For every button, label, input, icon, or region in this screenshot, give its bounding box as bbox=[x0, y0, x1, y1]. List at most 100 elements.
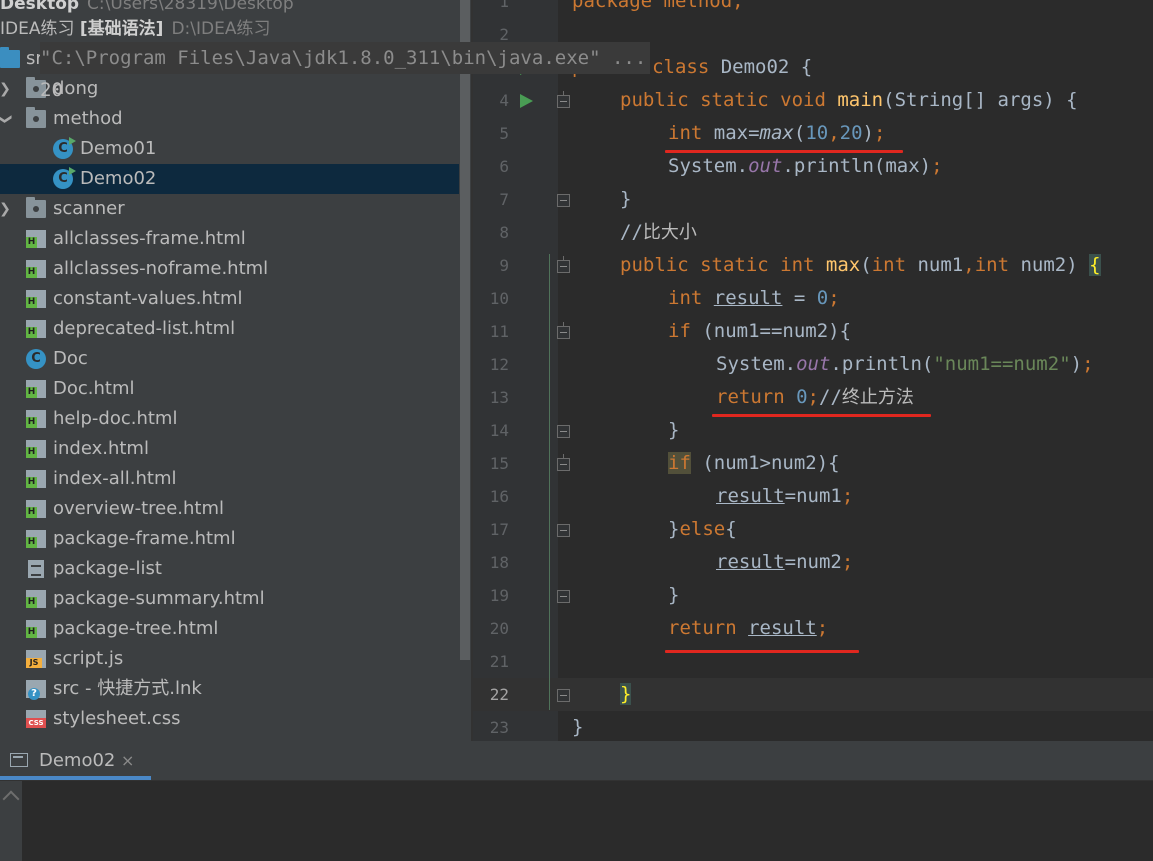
tree-item-label: allclasses-frame.html bbox=[53, 228, 246, 249]
tree-item-file[interactable]: package-tree.html bbox=[0, 614, 459, 644]
tree-item-doc-class[interactable]: C Doc bbox=[0, 344, 459, 374]
project-panel: Desktop C:\Users\28319\Desktop IDEA练习 [基础… bbox=[0, 0, 471, 741]
fold-marker-icon[interactable] bbox=[557, 454, 570, 471]
tree-item-label: constant-values.html bbox=[53, 288, 243, 309]
desktop-path: C:\Users\28319\Desktop bbox=[87, 0, 294, 14]
scope-indent-line bbox=[549, 254, 550, 710]
html-file-icon bbox=[26, 290, 46, 308]
project-scrollbar[interactable] bbox=[459, 0, 471, 741]
tree-item-file[interactable]: allclasses-noframe.html bbox=[0, 254, 459, 284]
tree-item-file[interactable]: constant-values.html bbox=[0, 284, 459, 314]
tree-item-demo02[interactable]: C Demo02 bbox=[0, 164, 459, 194]
tree-item-scanner[interactable]: ❯ scanner bbox=[0, 194, 459, 224]
tree-item-label: package-list bbox=[53, 558, 162, 579]
html-file-icon bbox=[26, 230, 46, 248]
line-number: 8 bbox=[499, 223, 509, 242]
tree-item-file[interactable]: package-frame.html bbox=[0, 524, 459, 554]
project-name: IDEA练习 bbox=[0, 19, 75, 39]
fold-marker-icon[interactable] bbox=[557, 256, 570, 273]
source-folder-icon bbox=[0, 47, 20, 68]
html-file-icon bbox=[26, 440, 46, 458]
code-line: if (num1==num2){ bbox=[668, 320, 852, 342]
code-line: int result = 0; bbox=[668, 287, 840, 309]
fold-marker-icon[interactable] bbox=[557, 322, 570, 339]
active-tab-indicator bbox=[0, 776, 151, 780]
text-file-icon bbox=[28, 560, 44, 578]
tree-item-label: script.js bbox=[53, 648, 124, 669]
html-file-icon bbox=[26, 530, 46, 548]
code-line: public static int max(int num1,int num2)… bbox=[620, 254, 1101, 276]
close-icon[interactable]: × bbox=[121, 741, 134, 780]
chevron-down-icon[interactable]: ❯ bbox=[0, 112, 20, 126]
code-line: //比大小 bbox=[620, 221, 697, 243]
tree-item-label: Doc bbox=[53, 348, 88, 369]
tree-item-file[interactable]: allclasses-frame.html bbox=[0, 224, 459, 254]
code-line: } bbox=[572, 716, 584, 738]
line-number: 17 bbox=[489, 520, 509, 539]
tree-item-method[interactable]: ❯ method bbox=[0, 104, 459, 134]
tree-item-demo01[interactable]: C Demo01 bbox=[0, 134, 459, 164]
tree-item-file[interactable]: package-summary.html bbox=[0, 584, 459, 614]
tree-item-file[interactable]: index.html bbox=[0, 434, 459, 464]
tree-item-label: Demo01 bbox=[80, 138, 157, 159]
fold-marker-icon[interactable] bbox=[557, 194, 570, 207]
tree-item-label: index-all.html bbox=[53, 468, 177, 489]
line-number: 18 bbox=[489, 553, 509, 572]
tree-item-file[interactable]: index-all.html bbox=[0, 464, 459, 494]
html-file-icon bbox=[26, 410, 46, 428]
tree-item-label: deprecated-list.html bbox=[53, 318, 236, 339]
tree-item-file[interactable]: script.js bbox=[0, 644, 459, 674]
code-line: return result; bbox=[668, 617, 829, 639]
css-file-icon bbox=[26, 710, 46, 728]
tree-item-label: allclasses-noframe.html bbox=[53, 258, 269, 279]
tree-item-dong[interactable]: ❯ dong bbox=[0, 74, 459, 104]
tree-item-file[interactable]: deprecated-list.html bbox=[0, 314, 459, 344]
tree-item-label: help-doc.html bbox=[53, 408, 178, 429]
run-main-icon[interactable] bbox=[520, 94, 533, 108]
fold-marker-icon[interactable] bbox=[557, 91, 570, 108]
tree-item-label: package-tree.html bbox=[53, 618, 219, 639]
java-class-icon: C bbox=[26, 349, 46, 369]
module-name: [基础语法] bbox=[79, 19, 164, 39]
tree-item-file[interactable]: stylesheet.css bbox=[0, 704, 459, 734]
tree-item-file[interactable]: Doc.html bbox=[0, 374, 459, 404]
tree-item-label: scanner bbox=[53, 198, 125, 219]
scroll-up-icon[interactable] bbox=[2, 790, 20, 808]
fold-marker-icon[interactable] bbox=[557, 524, 570, 537]
tree-item-file[interactable]: help-doc.html bbox=[0, 404, 459, 434]
console-icon bbox=[10, 753, 28, 767]
line-number: 12 bbox=[489, 355, 509, 374]
tree-item-label: stylesheet.css bbox=[53, 708, 181, 729]
fold-marker-icon[interactable] bbox=[557, 425, 570, 438]
line-number: 20 bbox=[489, 619, 509, 638]
line-number: 7 bbox=[499, 190, 509, 209]
tree-item-file[interactable]: src - 快捷方式.lnk bbox=[0, 674, 459, 704]
code-line: package method; bbox=[572, 0, 744, 12]
chevron-right-icon[interactable]: ❯ bbox=[0, 74, 12, 104]
project-path: D:\IDEA练习 bbox=[171, 19, 271, 39]
fold-marker-icon[interactable] bbox=[557, 689, 570, 702]
code-line: int max=max(10,20); bbox=[668, 122, 886, 144]
code-line: }else{ bbox=[668, 518, 737, 540]
run-tab-label: Demo02 bbox=[39, 750, 116, 771]
tree-item-file[interactable]: overview-tree.html bbox=[0, 494, 459, 524]
tree-item-file[interactable]: package-list bbox=[0, 554, 459, 584]
line-number: 6 bbox=[499, 157, 509, 176]
line-number: 10 bbox=[489, 289, 509, 308]
run-toolbar bbox=[0, 781, 22, 861]
chevron-right-icon[interactable]: ❯ bbox=[0, 194, 12, 224]
fold-marker-icon[interactable] bbox=[557, 590, 570, 603]
html-file-icon bbox=[26, 500, 46, 518]
code-line: result=num1; bbox=[716, 485, 854, 507]
desktop-label: Desktop bbox=[0, 0, 80, 14]
annotation-underline bbox=[665, 150, 903, 153]
java-class-icon: C bbox=[53, 167, 76, 189]
console-output-line: 20 bbox=[40, 79, 63, 101]
run-tab-demo02[interactable]: Demo02 × bbox=[0, 741, 151, 780]
annotation-underline bbox=[665, 650, 859, 653]
project-root-idea[interactable]: IDEA练习 [基础语法] D:\IDEA练习 bbox=[0, 14, 270, 44]
line-number: 19 bbox=[489, 586, 509, 605]
line-number: 4 bbox=[499, 91, 509, 110]
scrollbar-thumb[interactable] bbox=[460, 0, 470, 660]
tree-item-label: index.html bbox=[53, 438, 149, 459]
